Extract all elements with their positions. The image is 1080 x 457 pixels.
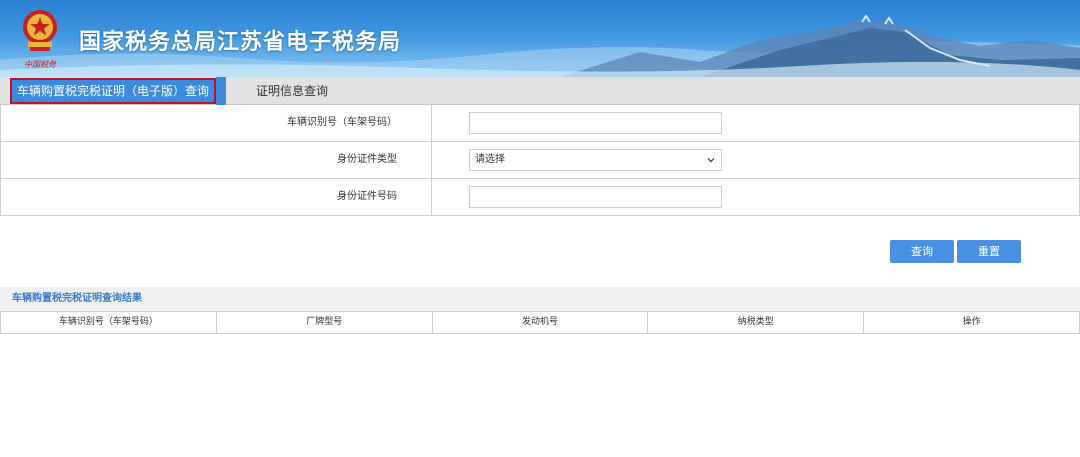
tab-certificate-info-query[interactable]: 证明信息查询 bbox=[240, 77, 344, 105]
id-type-label: 身份证件类型 bbox=[1, 142, 432, 178]
tab-bar: 车辆购置税完税证明（电子版）查询 证明信息查询 bbox=[0, 77, 1080, 105]
id-number-input[interactable] bbox=[469, 186, 722, 208]
page-title: 国家税务总局江苏省电子税务局 bbox=[79, 30, 402, 55]
form-row-vin: 车辆识别号（车架号码） bbox=[1, 105, 1079, 142]
form-row-id-type: 身份证件类型 请选择 bbox=[1, 142, 1079, 179]
column-header-vin: 车辆识别号（车架号码） bbox=[1, 312, 217, 333]
tab-tax-certificate-query[interactable]: 车辆购置税完税证明（电子版）查询 bbox=[10, 78, 216, 104]
vin-label: 车辆识别号（车架号码） bbox=[1, 105, 432, 141]
column-header-tax-type: 纳税类型 bbox=[648, 312, 865, 333]
column-header-actions: 操作 bbox=[962, 317, 981, 327]
vin-input[interactable] bbox=[469, 112, 722, 134]
site-banner: 中国税务 国家税务总局江苏省电子税务局 bbox=[0, 0, 1080, 77]
tab-accent-bar bbox=[216, 77, 226, 105]
chevron-down-icon bbox=[707, 158, 715, 163]
id-number-label: 身份证件号码 bbox=[1, 179, 432, 215]
id-type-select[interactable]: 请选择 bbox=[469, 149, 722, 171]
column-header-engine-number: 发动机号 bbox=[433, 312, 649, 333]
reset-button[interactable]: 重置 bbox=[957, 240, 1021, 263]
column-header-brand-model: 厂牌型号 bbox=[217, 312, 433, 333]
query-form: 车辆识别号（车架号码） 身份证件类型 请选择 身份证件号码 bbox=[0, 105, 1080, 216]
form-row-id-number: 身份证件号码 bbox=[1, 179, 1079, 216]
results-title: 车辆购置税完税证明查询结果 bbox=[0, 287, 1080, 311]
id-type-selected-value: 请选择 bbox=[475, 154, 505, 165]
tax-emblem-icon: 中国税务 bbox=[23, 10, 57, 69]
query-button[interactable]: 查询 bbox=[890, 240, 954, 263]
seal-text: 中国税务 bbox=[24, 60, 57, 69]
results-table-header: 车辆识别号（车架号码） 厂牌型号 发动机号 纳税类型 操作 bbox=[0, 311, 1080, 334]
